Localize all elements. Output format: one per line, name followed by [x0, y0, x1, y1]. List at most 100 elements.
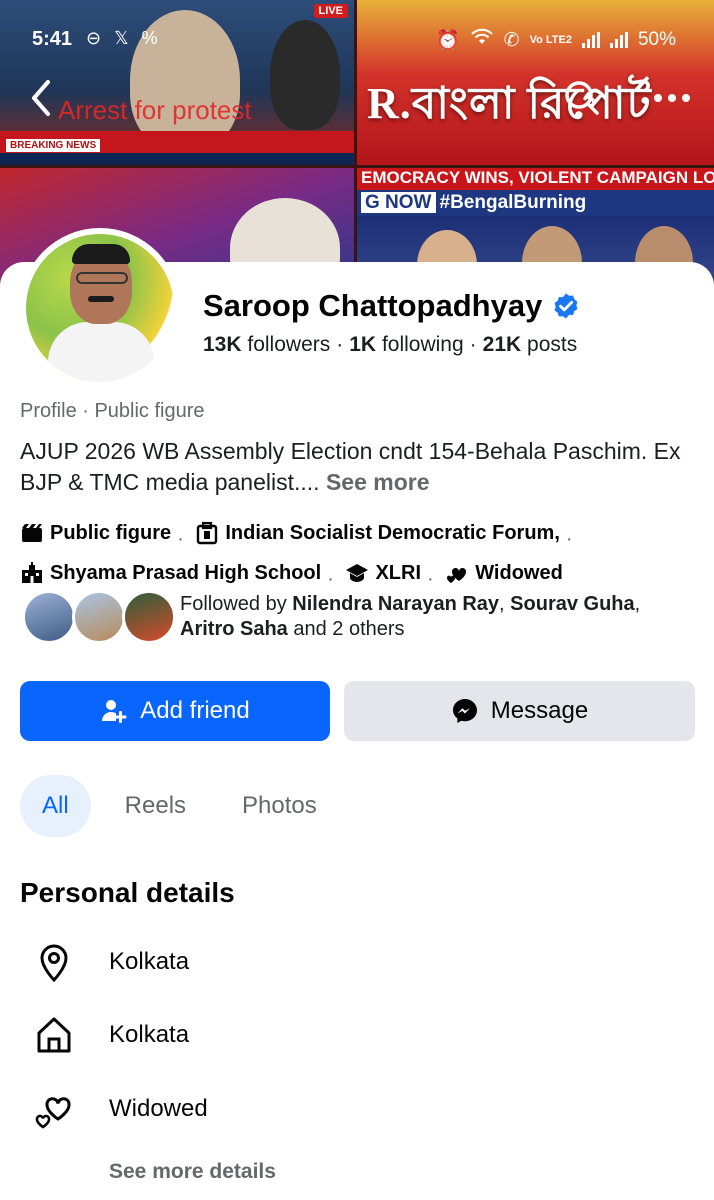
clapperboard-icon — [22, 524, 42, 542]
verified-badge-icon — [554, 293, 578, 319]
following-stat[interactable]: 1K following — [349, 333, 463, 356]
percent-icon: % — [141, 28, 162, 48]
detail-text: Kolkata — [109, 1021, 190, 1048]
followed-by-suffix: and 2 others — [287, 618, 405, 640]
bio-see-more-link[interactable]: See more — [326, 469, 430, 495]
cover-overlay-caption: Arrest for protest — [58, 95, 252, 125]
ticker-now-label: G NOW — [361, 192, 436, 213]
network-type: Vo LTE2 — [529, 33, 572, 46]
sync-icon: ⊖ — [86, 28, 106, 48]
tab-all[interactable]: All — [20, 775, 91, 837]
chip-school[interactable]: Shyama Prasad High School — [20, 556, 321, 590]
message-label: Message — [490, 697, 589, 724]
back-arrow-icon — [32, 80, 50, 116]
chip-work[interactable]: Indian Socialist Democratic Forum, — [195, 516, 560, 550]
see-more-details-link[interactable]: See more details — [109, 1160, 276, 1184]
detail-row-relationship[interactable]: Widowed — [34, 1089, 208, 1129]
hashtag-ticker: G NOW #BengalBurning — [357, 190, 714, 216]
ticker-hashtag-text: #BengalBurning — [439, 192, 587, 213]
avatar-mustache — [88, 296, 114, 302]
mutual-avatars — [22, 590, 178, 644]
live-badge: LIVE — [313, 4, 348, 18]
hearts-icon — [34, 1089, 74, 1129]
profile-name: Saroop Chattopadhyay — [203, 288, 543, 323]
chip-college-label: XLRI — [375, 562, 421, 584]
news-ticker: EMOCRACY WINS, VIOLENT CAMPAIGN LO — [357, 168, 714, 190]
posts-count: 21K — [482, 333, 522, 356]
add-person-icon — [102, 700, 127, 723]
back-button[interactable] — [28, 78, 56, 123]
status-bar: 5:41 ⊖ 𝕏 % ⏰ ✆ Vo LTE2 50% — [0, 22, 714, 58]
followed-by-prefix: Followed by — [180, 593, 293, 615]
notification-icons: ⊖ 𝕏 % — [86, 28, 162, 49]
separator: , — [634, 593, 641, 615]
battery-level: 50% — [637, 29, 676, 50]
chip-college[interactable]: XLRI — [345, 556, 421, 590]
wifi-icon — [470, 28, 494, 52]
profile-tabs: All Reels Photos — [20, 775, 339, 837]
posts-stat[interactable]: 21K posts — [483, 333, 578, 356]
avatar-photo — [26, 234, 174, 382]
detail-text: Kolkata — [109, 948, 190, 975]
briefcase-icon — [197, 521, 218, 545]
mutual-name[interactable]: Aritro Saha — [180, 618, 288, 640]
signal-icon — [581, 32, 600, 48]
posts-label: posts — [527, 333, 578, 356]
chip-relationship[interactable]: Widowed — [445, 556, 563, 590]
chip-public-figure-label: Public figure — [50, 522, 172, 544]
chip-public-figure[interactable]: Public figure — [20, 516, 171, 550]
status-right: ⏰ ✆ Vo LTE2 50% — [436, 28, 676, 52]
channel-title: R.বাংলা রিপোর্ট — [367, 79, 652, 128]
tab-photos[interactable]: Photos — [220, 775, 339, 837]
profile-name-row: Saroop Chattopadhyay — [203, 288, 580, 324]
profile-stats: 13K followers · 1K following · 21K posts — [203, 333, 578, 356]
detail-row-hometown[interactable]: Kolkata — [34, 1015, 189, 1055]
mutual-avatar — [22, 590, 76, 644]
following-label: following — [381, 333, 464, 356]
followers-label: followers — [247, 333, 331, 356]
following-count: 1K — [349, 333, 377, 356]
profile-bio: AJUP 2026 WB Assembly Election cndt 154-… — [20, 436, 700, 498]
graduation-cap-icon — [346, 564, 369, 582]
avatar-hair — [72, 244, 130, 264]
more-options-button[interactable] — [652, 78, 692, 123]
detail-row-current-city[interactable]: Kolkata — [34, 942, 189, 982]
news-strip-secondary — [0, 153, 354, 165]
profile-category: Profile · Public figure — [20, 400, 205, 422]
separator: , — [499, 593, 511, 615]
mutual-avatar — [72, 590, 126, 644]
school-icon — [22, 562, 42, 583]
hearts-icon — [447, 567, 467, 583]
breaking-news-label: BREAKING NEWS — [6, 139, 101, 152]
tab-reels[interactable]: Reels — [103, 775, 208, 837]
detail-text: Widowed — [109, 1095, 208, 1122]
message-button[interactable]: Message — [344, 681, 695, 741]
call-icon: ✆ — [503, 29, 520, 51]
add-friend-label: Add friend — [140, 697, 250, 724]
more-dots-icon — [654, 94, 690, 102]
search-button[interactable] — [562, 78, 602, 123]
followed-by-text: Followed by Nilendra Narayan Ray, Sourav… — [180, 592, 700, 642]
avatar-glasses — [76, 272, 128, 284]
search-icon — [565, 81, 599, 115]
personal-details-title: Personal details — [20, 877, 235, 908]
chip-school-label: Shyama Prasad High School — [50, 562, 322, 584]
home-icon — [34, 1015, 74, 1055]
chip-work-label: Indian Socialist Democratic Forum, — [225, 522, 560, 544]
mutual-avatar — [122, 590, 176, 644]
mutual-followers[interactable]: Followed by Nilendra Narayan Ray, Sourav… — [20, 590, 710, 646]
status-time: 5:41 — [32, 28, 73, 50]
profile-avatar[interactable] — [20, 228, 180, 388]
mutual-name[interactable]: Sourav Guha — [510, 593, 634, 615]
signal-icon — [609, 32, 628, 48]
add-friend-button[interactable]: Add friend — [20, 681, 330, 741]
followers-stat[interactable]: 13K followers — [203, 333, 330, 356]
x-icon: 𝕏 — [114, 28, 133, 48]
intro-details: Public figure · Indian Socialist Democra… — [20, 516, 710, 596]
followers-count: 13K — [203, 333, 242, 356]
avatar-shirt — [48, 322, 154, 382]
alarm-icon: ⏰ — [436, 30, 460, 51]
mutual-name[interactable]: Nilendra Narayan Ray — [292, 593, 499, 615]
location-pin-icon — [34, 942, 74, 982]
chip-relationship-label: Widowed — [475, 562, 563, 584]
